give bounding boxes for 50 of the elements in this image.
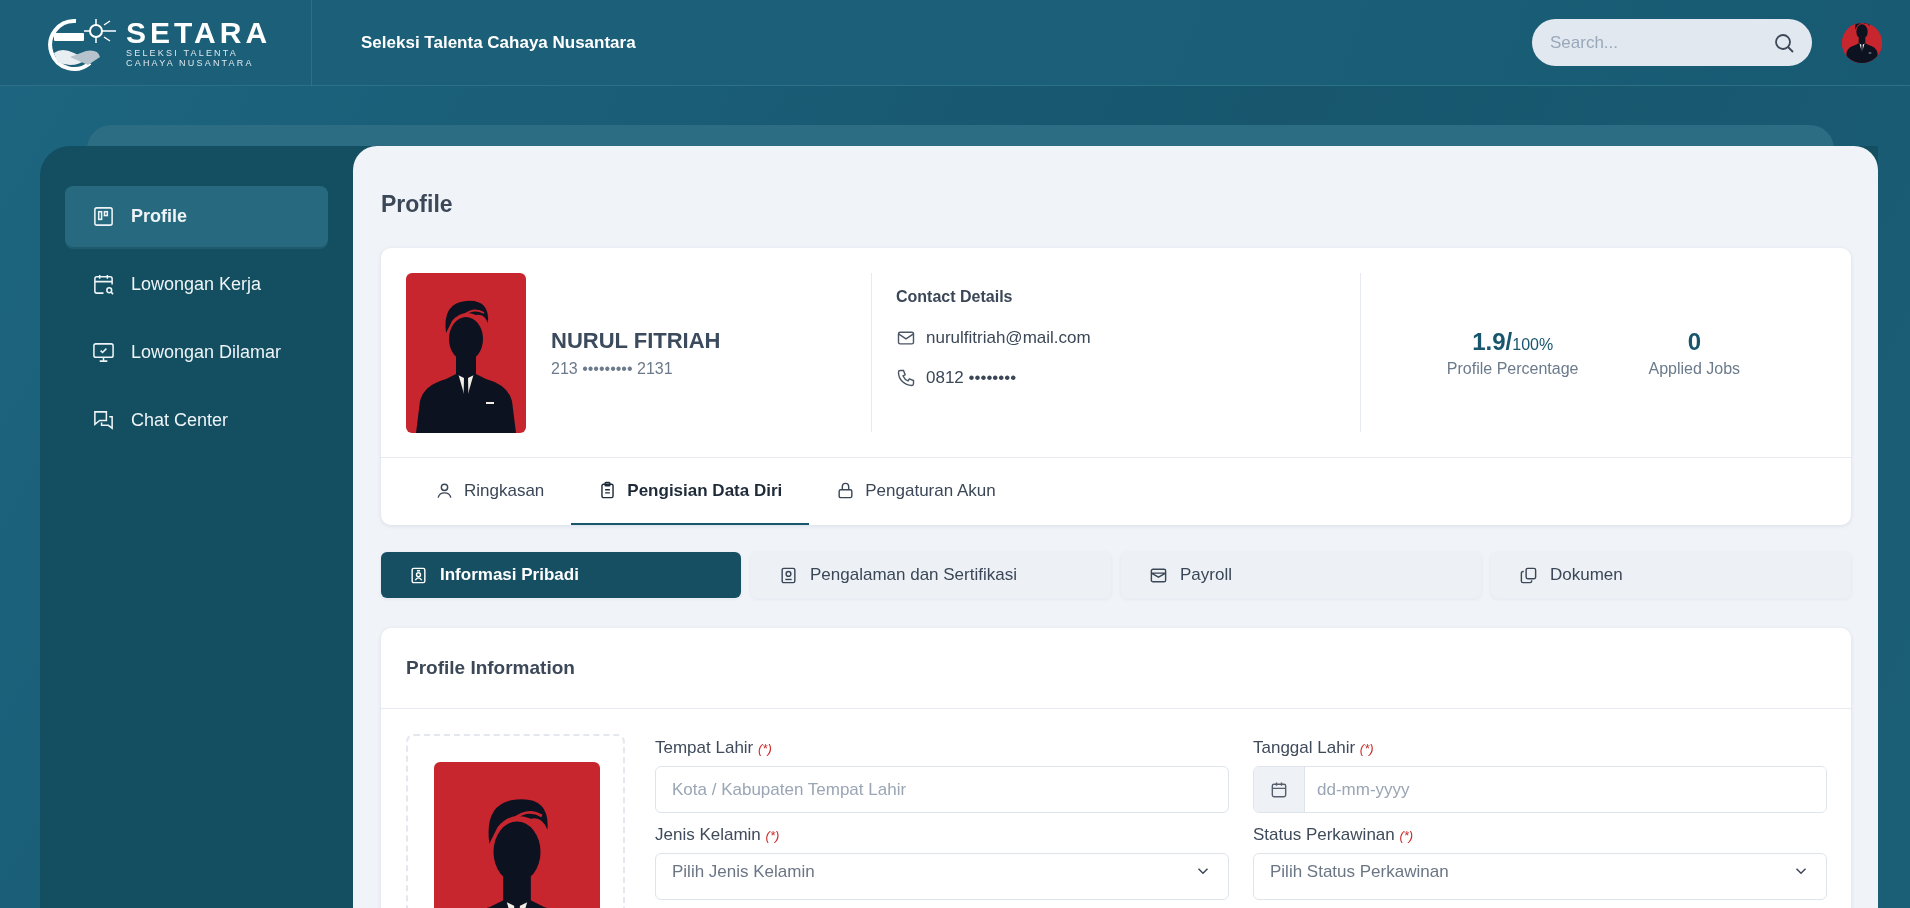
contact-heading: Contact Details — [896, 288, 1014, 306]
search-bar[interactable]: Search... — [1532, 19, 1812, 66]
wallet-icon — [1149, 565, 1168, 585]
input-field[interactable]: Kota / Kabupaten Tempat Lahir — [655, 766, 1229, 813]
avatar-silhouette — [1842, 22, 1882, 63]
monitor-check-icon — [92, 341, 115, 364]
field-label: Tempat Lahir (*) — [655, 738, 773, 758]
profile-name: NURUL FITRIAH — [551, 327, 721, 354]
phone-icon — [896, 368, 916, 388]
section-tab[interactable]: Pengalaman dan Sertifikasi — [751, 552, 1111, 598]
sidebar-item[interactable]: Profile — [65, 186, 328, 247]
calendar-search-icon — [92, 273, 115, 296]
sidebar-item[interactable]: Lowongan Kerja — [65, 254, 328, 315]
section-tab[interactable]: Dokumen — [1491, 552, 1851, 598]
stat-label: Profile Percentage — [1446, 359, 1579, 378]
page-title: Profile — [381, 190, 454, 219]
id-card-icon — [92, 205, 115, 228]
documents-icon — [1519, 565, 1538, 585]
chat-bubbles-icon — [92, 409, 115, 432]
stat-label: Applied Jobs — [1648, 359, 1741, 378]
email-text: nurulfitriah@mail.com — [926, 328, 1091, 348]
tab[interactable]: Pengisian Data Diri — [571, 458, 810, 525]
select-field[interactable]: Pilih Jenis Kelamin — [655, 853, 1229, 900]
lock-icon — [836, 481, 856, 500]
field-label: Jenis Kelamin (*) — [655, 825, 781, 845]
section-tab[interactable]: Informasi Pribadi — [381, 552, 741, 598]
form-title: Profile Information — [381, 628, 1851, 709]
brand-tagline: SELEKSI TALENTA — [126, 47, 240, 58]
phone-text: 0812 •••••••• — [926, 368, 1017, 388]
brand-name: SETARA — [126, 17, 272, 48]
app-title: Seleksi Talenta Cahaya Nusantara — [361, 32, 636, 53]
certificate-icon — [779, 565, 798, 585]
stat-value: 0 — [1687, 327, 1701, 356]
user-icon — [435, 481, 454, 500]
user-avatar[interactable] — [1842, 22, 1882, 63]
tab[interactable]: Pengaturan Akun — [809, 458, 1023, 525]
stat-total: 100% — [1512, 335, 1554, 354]
mail-icon — [896, 328, 916, 348]
tab[interactable]: Ringkasan — [408, 458, 572, 525]
section-tab[interactable]: Payroll — [1121, 552, 1481, 598]
id-number: 213 ••••••••• 2131 — [551, 359, 674, 378]
id-badge-icon — [409, 565, 428, 585]
select-field[interactable]: Pilih Status Perkawinan — [1253, 853, 1827, 900]
brand-tagline: CAHAYA NUSANTARA — [126, 57, 255, 68]
field-label: Tanggal Lahir (*) — [1253, 738, 1375, 758]
stat-value: 1.9/ — [1472, 327, 1513, 356]
search-input[interactable]: Search... — [1548, 31, 1772, 54]
field-label: Status Perkawinan (*) — [1253, 825, 1415, 845]
sidebar-item[interactable]: Chat Center — [65, 390, 328, 451]
sidebar-item[interactable]: Lowongan Dilamar — [65, 322, 328, 383]
